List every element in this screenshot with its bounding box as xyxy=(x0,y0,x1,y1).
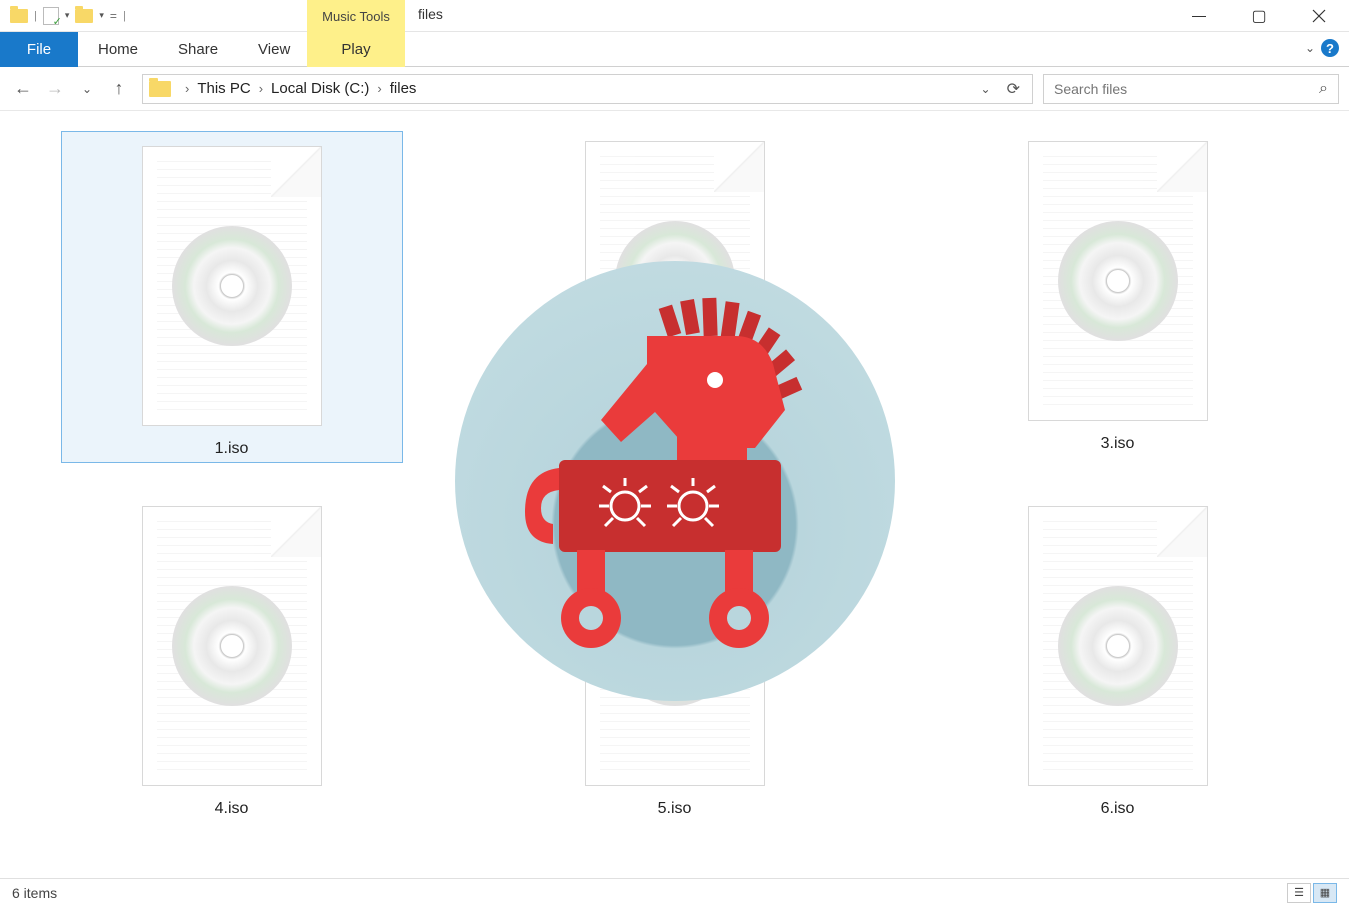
navigation-bar: ← → ⌄ ↑ › This PC › Local Disk (C:) › fi… xyxy=(0,67,1349,111)
details-view-button[interactable]: ☰ xyxy=(1287,883,1311,903)
large-icons-view-button[interactable]: ▦ xyxy=(1313,883,1337,903)
tab-view[interactable]: View xyxy=(238,32,310,67)
file-name: 6.iso xyxy=(1101,800,1135,818)
maximize-button[interactable]: ▢ xyxy=(1229,0,1289,32)
view-mode-buttons: ☰ ▦ xyxy=(1287,883,1337,903)
file-item[interactable]: 6.iso xyxy=(896,496,1339,861)
folder-icon xyxy=(149,81,171,97)
iso-file-icon xyxy=(142,146,322,426)
ribbon-tabs: File Home Share View Play ⌄ ? xyxy=(0,32,1349,67)
recent-locations-button[interactable]: ⌄ xyxy=(74,76,100,102)
window-title: files xyxy=(418,6,443,22)
tab-share[interactable]: Share xyxy=(158,32,238,67)
breadcrumb-dropdown-icon[interactable]: ⌄ xyxy=(981,82,991,96)
breadcrumb-segment[interactable]: This PC xyxy=(197,80,250,97)
file-item[interactable]: 3.iso xyxy=(896,131,1339,496)
search-box[interactable]: ⌕ xyxy=(1043,74,1339,104)
minimize-button[interactable] xyxy=(1169,0,1229,32)
status-bar: 6 items ☰ ▦ xyxy=(0,878,1349,906)
tab-play[interactable]: Play xyxy=(307,32,405,67)
breadcrumb-segment[interactable]: Local Disk (C:) xyxy=(271,80,369,97)
contextual-tab-header: Music Tools xyxy=(307,0,405,32)
file-tab[interactable]: File xyxy=(0,32,78,67)
expand-ribbon-icon[interactable]: ⌄ xyxy=(1305,41,1315,55)
forward-button[interactable]: → xyxy=(42,76,68,102)
file-grid: 1.iso 2.iso 3.iso 4.iso 5.iso 6.iso xyxy=(0,111,1349,881)
back-button[interactable]: ← xyxy=(10,76,36,102)
refresh-icon[interactable]: ⟳ xyxy=(1001,79,1026,99)
breadcrumb-segment[interactable]: files xyxy=(390,80,417,97)
new-folder-icon[interactable] xyxy=(75,9,93,23)
file-name: 1.iso xyxy=(215,440,249,458)
help-icon[interactable]: ? xyxy=(1321,39,1339,57)
up-button[interactable]: ↑ xyxy=(106,76,132,102)
separator: | xyxy=(123,10,126,22)
iso-file-icon xyxy=(142,506,322,786)
file-name: 4.iso xyxy=(215,800,249,818)
iso-file-icon xyxy=(1028,506,1208,786)
trojan-horse-icon xyxy=(505,292,845,652)
chevron-right-icon[interactable]: › xyxy=(255,81,267,96)
properties-icon[interactable] xyxy=(43,7,59,25)
file-item[interactable]: 1.iso xyxy=(10,131,453,496)
file-item[interactable]: 4.iso xyxy=(10,496,453,861)
iso-file-icon xyxy=(1028,141,1208,421)
close-button[interactable] xyxy=(1289,0,1349,32)
chevron-right-icon[interactable]: › xyxy=(181,81,193,96)
item-count: 6 items xyxy=(12,885,57,901)
trojan-overlay xyxy=(455,261,895,701)
breadcrumb[interactable]: › This PC › Local Disk (C:) › files ⌄ ⟳ xyxy=(142,74,1033,104)
file-name: 5.iso xyxy=(658,800,692,818)
quick-access-toolbar: | ▾ ▾ = | xyxy=(0,7,126,25)
chevron-down-icon[interactable]: ▾ xyxy=(65,10,70,21)
tab-home[interactable]: Home xyxy=(78,32,158,67)
search-input[interactable] xyxy=(1054,81,1319,97)
customize-qat-icon[interactable]: = xyxy=(110,9,117,23)
chevron-right-icon[interactable]: › xyxy=(373,81,385,96)
window-controls: ▢ xyxy=(1169,0,1349,32)
separator: | xyxy=(34,10,37,22)
nav-buttons: ← → ⌄ ↑ xyxy=(10,76,132,102)
folder-icon[interactable] xyxy=(10,9,28,23)
search-icon[interactable]: ⌕ xyxy=(1319,80,1328,98)
file-name: 3.iso xyxy=(1101,435,1135,453)
title-bar: | ▾ ▾ = | Music Tools files ▢ xyxy=(0,0,1349,32)
chevron-down-icon[interactable]: ▾ xyxy=(99,10,104,21)
